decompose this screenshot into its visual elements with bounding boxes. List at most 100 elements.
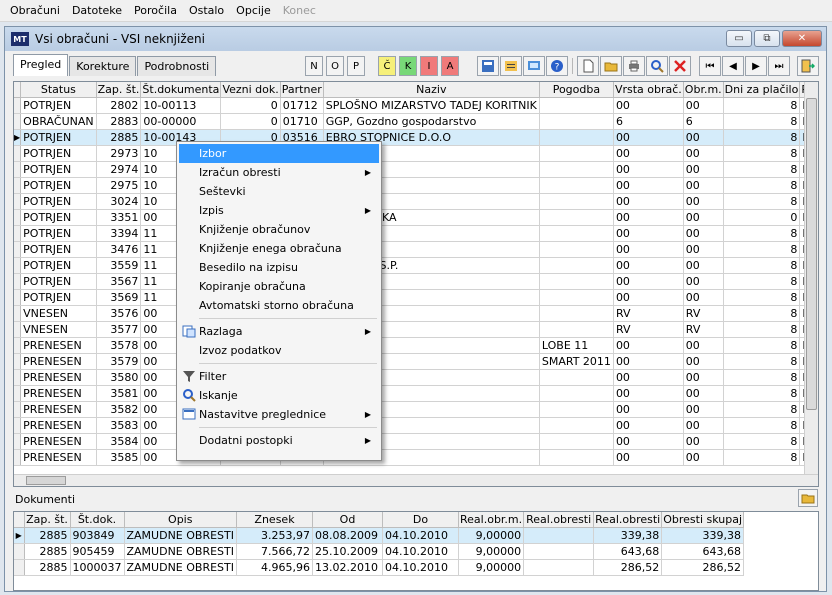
table-row[interactable]: PRENESEN35800000008D — [14, 369, 818, 386]
table-row[interactable]: POTRJEN35691100008D — [14, 289, 818, 306]
tab-podrobnosti[interactable]: Podrobnosti — [137, 56, 217, 76]
table-row[interactable]: VNESEN357700RVRV8D — [14, 321, 818, 338]
first-record-button[interactable]: ⏮ — [699, 56, 721, 76]
status-button-6[interactable]: A — [441, 56, 459, 76]
context-menu-item[interactable]: Izpis ▶ — [179, 201, 379, 220]
table-row[interactable]: POTRJEN339411.00008N — [14, 225, 818, 242]
status-button-3[interactable]: Č — [378, 56, 396, 76]
minimize-button[interactable]: ▭ — [726, 30, 752, 47]
grid-vertical-scrollbar[interactable] — [804, 82, 818, 486]
column-header[interactable]: Real.obr.m. — [458, 512, 525, 528]
table-row[interactable]: PRENESEN35850000008D — [14, 449, 818, 466]
new-document-icon[interactable] — [577, 56, 599, 76]
help-icon[interactable]: ? — [546, 56, 568, 76]
table-row[interactable]: PRENESEN35840000008D — [14, 433, 818, 450]
table-row[interactable]: POTRJEN35671100008D — [14, 273, 818, 290]
column-header[interactable]: Vrsta obrač. — [613, 82, 684, 98]
context-menu-item[interactable]: Izvoz podatkov — [179, 341, 379, 360]
column-header[interactable]: Obr.m. — [683, 82, 724, 98]
table-row[interactable]: POTRJEN297310.O.00008N — [14, 145, 818, 162]
table-row[interactable]: 2885 1000037 ZAMUDNE OBRESTI 4.965,96 13.02.… — [14, 559, 745, 576]
column-header[interactable]: Dni za plačilo — [723, 82, 801, 98]
table-row[interactable]: POTRJEN297510D.O.O.00008N — [14, 177, 818, 194]
context-menu-item[interactable]: Izbor — [179, 144, 379, 163]
status-button-5[interactable]: I — [420, 56, 438, 76]
print-icon[interactable] — [623, 56, 645, 76]
previous-record-button[interactable]: ◀ — [722, 56, 744, 76]
menu-item-1[interactable]: Datoteke — [66, 0, 128, 22]
table-cell: 00 — [683, 97, 724, 114]
context-menu-item[interactable]: Nastavitve preglednice ▶ — [179, 405, 379, 424]
table-row[interactable]: ▶ POTRJEN 2885 10-00143 0 03516 EBRO STOPNICE … — [14, 129, 818, 146]
print-preview-icon[interactable] — [523, 56, 545, 76]
calculator-icon[interactable] — [477, 56, 499, 76]
table-row[interactable]: OBRAČUNAN 2883 00-00000 0 01710 GGP, Gozdno g… — [14, 113, 818, 130]
table-row[interactable]: POTRJEN335100D.O.O. PIVKA00000N — [14, 209, 818, 226]
table-row[interactable]: POTRJEN30241000008N — [14, 193, 818, 210]
table-row[interactable]: 2885 905459 ZAMUDNE OBRESTI 7.566,72 25.10.2… — [14, 543, 745, 560]
column-header[interactable]: Št.dokumenta — [140, 82, 222, 98]
context-menu-item[interactable]: Avtomatski storno obračuna — [179, 296, 379, 315]
table-row[interactable]: POTRJEN355911RT DEJAK S.P.00008D — [14, 257, 818, 274]
context-menu-label: Seštevki — [199, 185, 246, 198]
column-header[interactable]: Zap. št. — [96, 82, 142, 98]
close-button[interactable]: ✕ — [782, 30, 822, 47]
column-header[interactable]: Opis — [124, 512, 237, 528]
column-header[interactable]: Obresti skupaj — [661, 512, 745, 528]
search-icon[interactable] — [646, 56, 668, 76]
table-cell — [539, 385, 614, 402]
column-header[interactable]: Naziv — [323, 82, 540, 98]
context-menu-item[interactable]: Knjiženje obračunov — [179, 220, 379, 239]
column-header[interactable]: Znesek — [236, 512, 313, 528]
table-row[interactable]: POTRJEN 2802 10-00113 0 01712 SPLOŠNO MIZARST… — [14, 97, 818, 114]
context-menu-item[interactable]: Besedilo na izpisu — [179, 258, 379, 277]
table-row[interactable]: POTRJEN297410D.O.O.00008N — [14, 161, 818, 178]
column-header[interactable]: Zap. št. — [24, 512, 71, 528]
context-menu-item[interactable]: Iskanje — [179, 386, 379, 405]
grid-horizontal-scrollbar[interactable] — [14, 474, 818, 486]
menu-item-2[interactable]: Poročila — [128, 0, 183, 22]
list-icon[interactable] — [500, 56, 522, 76]
column-header[interactable]: Partner — [280, 82, 324, 98]
context-menu-item[interactable]: Filter — [179, 367, 379, 386]
open-folder-icon[interactable] — [798, 489, 818, 507]
status-button-4[interactable]: K — [399, 56, 417, 76]
open-folder-icon[interactable] — [600, 56, 622, 76]
column-header[interactable]: Od — [312, 512, 383, 528]
column-header[interactable]: Status — [20, 82, 97, 98]
menu-item-0[interactable]: Obračuni — [4, 0, 66, 22]
status-button-0[interactable]: N — [305, 56, 323, 76]
table-row[interactable]: POTRJEN34761100008N — [14, 241, 818, 258]
context-menu-item[interactable]: Dodatni postopki ▶ — [179, 431, 379, 450]
exit-icon[interactable] — [797, 56, 819, 76]
status-button-1[interactable]: O — [326, 56, 344, 76]
tab-korekture[interactable]: Korekture — [69, 56, 137, 76]
status-button-2[interactable]: P — [347, 56, 365, 76]
table-row[interactable]: ▶ 2885 903849 ZAMUDNE OBRESTI 3.253,97 08.08.… — [14, 527, 745, 544]
menu-item-4[interactable]: Opcije — [230, 0, 277, 22]
last-record-button[interactable]: ⏭ — [768, 56, 790, 76]
menu-item-3[interactable]: Ostalo — [183, 0, 230, 22]
column-header[interactable]: Do — [382, 512, 459, 528]
column-header[interactable]: Real.obresti — [523, 512, 595, 528]
context-menu-item[interactable]: Kopiranje obračuna — [179, 277, 379, 296]
delete-icon[interactable] — [669, 56, 691, 76]
tab-pregled[interactable]: Pregled — [13, 54, 69, 76]
table-row[interactable]: PRENESEN357800LOBE 1100008D — [14, 337, 818, 354]
table-cell: POTRJEN — [20, 97, 97, 114]
context-menu-item[interactable]: Seštevki — [179, 182, 379, 201]
table-row[interactable]: PRENESEN35810000008D — [14, 385, 818, 402]
restore-button[interactable]: ⧉ — [754, 30, 780, 47]
column-header[interactable]: Št.dok. — [70, 512, 125, 528]
table-row[interactable]: VNESEN357600RVRV8D — [14, 305, 818, 322]
context-menu-item[interactable]: Izračun obresti ▶ — [179, 163, 379, 182]
table-row[interactable]: PRENESEN357900SMART 201100008D — [14, 353, 818, 370]
table-row[interactable]: PRENESEN35820000008D — [14, 401, 818, 418]
column-header[interactable]: Pogodba — [539, 82, 614, 98]
context-menu-item[interactable]: Razlaga ▶ — [179, 322, 379, 341]
context-menu-item[interactable]: Knjiženje enega obračuna — [179, 239, 379, 258]
table-row[interactable]: PRENESEN35830000008D — [14, 417, 818, 434]
column-header[interactable]: Real.obresti — [593, 512, 663, 528]
next-record-button[interactable]: ▶ — [745, 56, 767, 76]
column-header[interactable]: Vezni dok. — [220, 82, 281, 98]
